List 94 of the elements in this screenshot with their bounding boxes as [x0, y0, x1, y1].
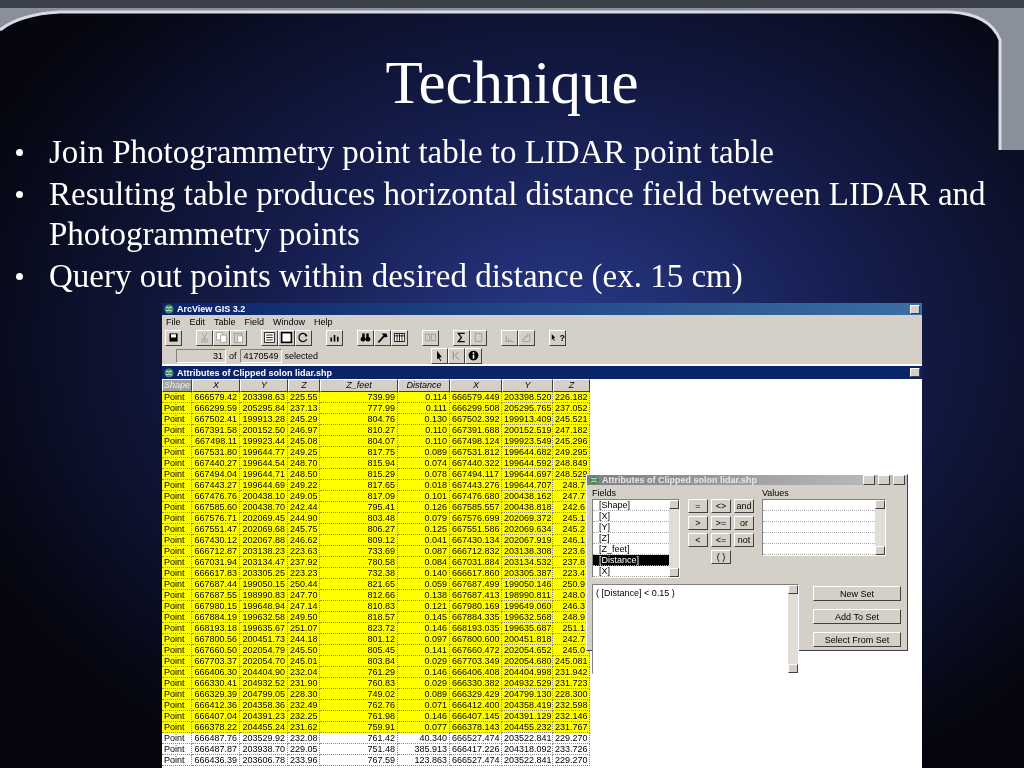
attribute-list-entry[interactable]: [Distance] [593, 555, 669, 566]
select-tool[interactable] [448, 347, 466, 364]
table-cell: Point [162, 755, 192, 766]
operator-button[interactable]: >= [711, 516, 731, 530]
grid-button[interactable] [391, 329, 408, 346]
page-icon [280, 331, 293, 344]
sum-icon [455, 331, 468, 344]
menu-item[interactable]: Field [244, 316, 265, 327]
column-header[interactable]: Y [240, 379, 288, 392]
bullet-icon [16, 191, 23, 198]
refresh-button[interactable] [295, 329, 312, 346]
globe-icon [589, 475, 599, 485]
app-title-bar: ArcView GIS 3.2 [162, 303, 922, 315]
scrollbar[interactable] [788, 585, 798, 673]
close-button[interactable] [893, 475, 905, 485]
minimize-button[interactable] [910, 304, 920, 314]
hammer-button[interactable] [374, 329, 391, 346]
paste-icon [232, 331, 245, 344]
table-cell: 203606.78 [240, 755, 288, 766]
operator-button[interactable]: < [688, 533, 708, 547]
dialog-title-bar: Attributes of Clipped solon lidar.shp [587, 475, 907, 485]
column-header[interactable]: Z [288, 379, 320, 392]
info-icon [467, 349, 481, 362]
column-header[interactable]: Z_feet [320, 379, 398, 392]
total-count: 4170549 [239, 348, 282, 363]
slide-title: Technique [384, 48, 640, 118]
column-header[interactable]: Z [553, 379, 590, 392]
column-header[interactable]: X [450, 379, 502, 392]
operator-button[interactable]: ( ) [711, 550, 731, 564]
binoculars-button[interactable] [357, 329, 374, 346]
operator-button[interactable]: > [688, 516, 708, 530]
maximize-button[interactable] [878, 475, 890, 485]
operator-button[interactable]: and [734, 499, 754, 513]
pointer-tool[interactable] [431, 347, 449, 364]
save-icon [167, 331, 180, 344]
selected-label: selected [284, 350, 319, 361]
table-title-bar: Attributes of Clipped solon lidar.shp [162, 366, 922, 379]
blank-icon [472, 331, 485, 344]
column-header[interactable]: Distance [398, 379, 450, 392]
minimize-button[interactable] [910, 368, 920, 377]
globe-icon [164, 304, 174, 314]
column-header[interactable]: Y [502, 379, 553, 392]
table-cell: 767.59 [320, 755, 398, 766]
values-label: Values [762, 488, 790, 498]
set-button[interactable]: Select From Set [813, 632, 901, 647]
bullet-text: Resulting table produces horizontal distance field between LIDAR and Photogrammetry points [49, 175, 987, 254]
refresh-icon [297, 331, 310, 344]
set-button[interactable]: New Set [813, 586, 901, 601]
operator-button[interactable]: <= [711, 533, 731, 547]
table-cell: 233.96 [288, 755, 320, 766]
grid-icon [393, 331, 406, 344]
menu-item[interactable]: Help [314, 316, 333, 327]
menu-item[interactable]: Table [214, 316, 236, 327]
operator-button[interactable]: or [734, 516, 754, 530]
menu-item[interactable]: Edit [189, 316, 206, 327]
binoculars-icon [359, 331, 372, 344]
menu-item[interactable]: Window [273, 316, 306, 327]
table-cell: 229.270 [553, 755, 590, 766]
hammer-icon [376, 331, 389, 344]
info-tool[interactable] [465, 347, 483, 364]
selected-count: 31 [176, 348, 226, 363]
operator-button[interactable]: not [734, 533, 754, 547]
operator-button[interactable]: <> [711, 499, 731, 513]
bullet-icon [16, 149, 23, 156]
sum-button[interactable] [453, 329, 470, 346]
scrollbar[interactable] [875, 500, 885, 555]
bullet-icon [16, 273, 23, 280]
minimize-button[interactable] [863, 475, 875, 485]
menu-item[interactable]: File [166, 316, 181, 327]
table-row[interactable]: Point 666436.39 203606.78 233.96 767.59 123.863 666527.474 203522.841 229.270 [162, 755, 590, 766]
help-button[interactable]: ? [549, 329, 566, 346]
copy-icon [215, 331, 228, 344]
fields-label: Fields [592, 488, 617, 498]
table-cell: 203522.841 [502, 755, 553, 766]
table-cell: 666527.474 [450, 755, 502, 766]
column-header[interactable]: X [192, 379, 240, 392]
bullet-text: Join Photogrammetry point table to LIDAR point table [49, 133, 775, 172]
list-icon [263, 331, 276, 344]
bullet-text: Query out points within desired distance (ex. 15 cm) [49, 257, 744, 296]
cut-icon [198, 331, 211, 344]
scrollbar[interactable] [669, 500, 679, 577]
page-button[interactable] [278, 329, 295, 346]
stairs-icon [520, 331, 533, 344]
expression-field[interactable]: ( [Distance] < 0.15 ) [592, 584, 799, 674]
save-button[interactable] [165, 329, 182, 346]
list-button[interactable] [261, 329, 278, 346]
operator-button[interactable]: = [688, 499, 708, 513]
set-button[interactable]: Add To Set [813, 609, 901, 624]
globe-icon [164, 367, 174, 378]
join-icon [424, 331, 437, 344]
table-cell: 123.863 [398, 755, 450, 766]
chart-button[interactable] [326, 329, 343, 346]
of-label: of [229, 350, 237, 361]
table-cell: 666436.39 [192, 755, 240, 766]
